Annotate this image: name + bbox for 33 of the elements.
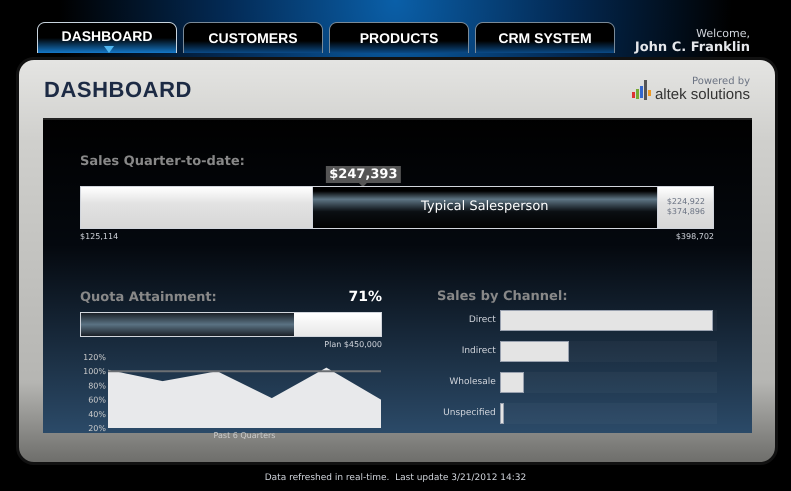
status-text: Data refreshed in real-time. Last update 3/21/2012 14:32 [264, 472, 528, 485]
y-tick-label: 80% [88, 380, 106, 390]
typical-range-band: Typical Salesperson [312, 186, 658, 228]
nav-tab[interactable]: CUSTOMERS [183, 22, 323, 53]
channel-label: Wholesale [448, 376, 496, 389]
y-tick-label: 100% [83, 366, 106, 376]
powered-by-text: Powered by [692, 76, 750, 86]
selected-indicator-icon [104, 46, 114, 53]
nav-tab[interactable]: CRM SYSTEM [475, 22, 615, 53]
y-tick-label: 120% [83, 352, 106, 362]
welcome-text: Welcome, [696, 28, 750, 39]
y-tick-label: 60% [88, 395, 106, 404]
channel-label: Direct [468, 314, 496, 327]
range-reading: $374,896 [666, 208, 705, 216]
section-title: Quota Attainment: [80, 289, 217, 307]
nav-tab[interactable]: DASHBOARD [37, 22, 177, 53]
page-title: DASHBOARD [44, 76, 192, 104]
y-tick-label: 40% [88, 409, 106, 418]
range-reading: $224,922 [666, 198, 705, 206]
range-min: $125,114 [80, 230, 118, 242]
quota-percent: 71% [348, 288, 382, 306]
range-max: $398,702 [676, 230, 714, 242]
logo-icon [632, 78, 652, 102]
user-name: John C. Franklin [634, 41, 750, 54]
brand-name: altek solutions [654, 86, 750, 102]
channel-label: Indirect [460, 344, 496, 358]
section-title: Sales Quarter-to-date: [80, 153, 246, 171]
plan-text: Plan $450,000 [323, 338, 382, 350]
channel-label: Unspecified [442, 406, 496, 420]
section-title: Sales by Channel: [437, 288, 569, 306]
x-axis-label: Past 6 Quarters [214, 430, 276, 440]
nav-tab[interactable]: PRODUCTS [329, 22, 469, 53]
y-tick-label: 20% [88, 424, 106, 432]
